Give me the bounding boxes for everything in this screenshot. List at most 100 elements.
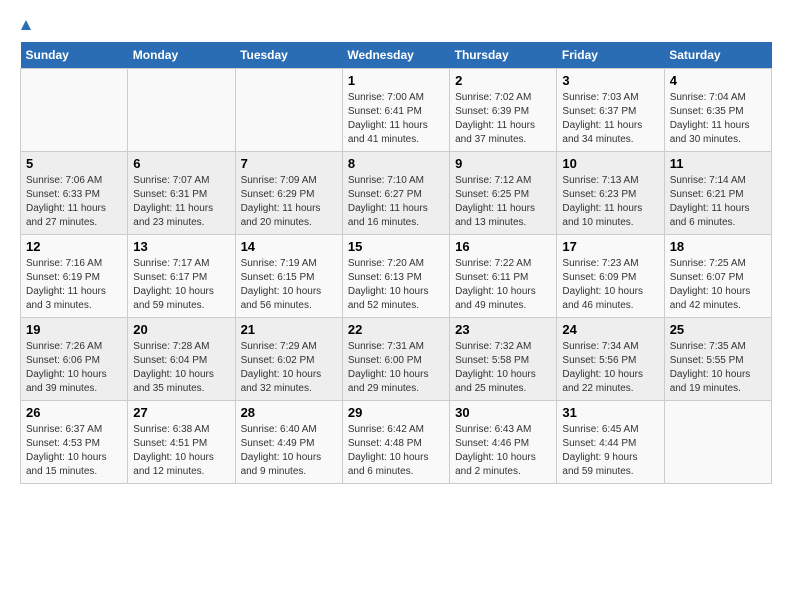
calendar-cell: 6 Sunrise: 7:07 AMSunset: 6:31 PMDaylight… [128, 152, 235, 235]
day-number: 23 [455, 322, 551, 337]
day-info: Sunrise: 7:02 AMSunset: 6:39 PMDaylight:… [455, 91, 551, 147]
day-info: Sunrise: 6:42 AMSunset: 4:48 PMDaylight:… [348, 423, 444, 479]
calendar-cell: 21 Sunrise: 7:29 AMSunset: 6:02 PMDayligh… [235, 318, 342, 401]
day-number: 18 [670, 239, 766, 254]
day-number: 15 [348, 239, 444, 254]
day-info: Sunrise: 7:22 AMSunset: 6:11 PMDaylight:… [455, 257, 551, 313]
day-info: Sunrise: 6:43 AMSunset: 4:46 PMDaylight:… [455, 423, 551, 479]
day-number: 1 [348, 73, 444, 88]
day-number: 19 [26, 322, 122, 337]
day-info: Sunrise: 6:38 AMSunset: 4:51 PMDaylight:… [133, 423, 229, 479]
day-number: 5 [26, 156, 122, 171]
day-number: 25 [670, 322, 766, 337]
weekday-header-tuesday: Tuesday [235, 42, 342, 69]
day-info: Sunrise: 7:29 AMSunset: 6:02 PMDaylight:… [241, 340, 337, 396]
day-info: Sunrise: 7:23 AMSunset: 6:09 PMDaylight:… [562, 257, 658, 313]
calendar-cell: 25 Sunrise: 7:35 AMSunset: 5:55 PMDayligh… [664, 318, 771, 401]
calendar-cell: 4 Sunrise: 7:04 AMSunset: 6:35 PMDaylight… [664, 69, 771, 152]
day-info: Sunrise: 7:32 AMSunset: 5:58 PMDaylight:… [455, 340, 551, 396]
calendar-cell: 13 Sunrise: 7:17 AMSunset: 6:17 PMDayligh… [128, 235, 235, 318]
day-info: Sunrise: 7:13 AMSunset: 6:23 PMDaylight:… [562, 174, 658, 230]
calendar-cell [235, 69, 342, 152]
day-number: 31 [562, 405, 658, 420]
day-number: 8 [348, 156, 444, 171]
calendar-cell: 7 Sunrise: 7:09 AMSunset: 6:29 PMDaylight… [235, 152, 342, 235]
day-number: 12 [26, 239, 122, 254]
calendar-cell: 3 Sunrise: 7:03 AMSunset: 6:37 PMDaylight… [557, 69, 664, 152]
day-info: Sunrise: 7:09 AMSunset: 6:29 PMDaylight:… [241, 174, 337, 230]
calendar-cell: 19 Sunrise: 7:26 AMSunset: 6:06 PMDayligh… [21, 318, 128, 401]
calendar-cell: 14 Sunrise: 7:19 AMSunset: 6:15 PMDayligh… [235, 235, 342, 318]
day-number: 22 [348, 322, 444, 337]
calendar-cell: 30 Sunrise: 6:43 AMSunset: 4:46 PMDayligh… [450, 401, 557, 484]
calendar-cell: 27 Sunrise: 6:38 AMSunset: 4:51 PMDayligh… [128, 401, 235, 484]
day-info: Sunrise: 7:10 AMSunset: 6:27 PMDaylight:… [348, 174, 444, 230]
day-info: Sunrise: 7:07 AMSunset: 6:31 PMDaylight:… [133, 174, 229, 230]
day-number: 17 [562, 239, 658, 254]
day-info: Sunrise: 7:34 AMSunset: 5:56 PMDaylight:… [562, 340, 658, 396]
day-info: Sunrise: 7:26 AMSunset: 6:06 PMDaylight:… [26, 340, 122, 396]
day-number: 30 [455, 405, 551, 420]
day-number: 6 [133, 156, 229, 171]
weekday-header-monday: Monday [128, 42, 235, 69]
calendar-cell: 9 Sunrise: 7:12 AMSunset: 6:25 PMDaylight… [450, 152, 557, 235]
weekday-header-thursday: Thursday [450, 42, 557, 69]
day-info: Sunrise: 7:04 AMSunset: 6:35 PMDaylight:… [670, 91, 766, 147]
calendar-cell: 20Sunrise: 7:28 AMSunset: 6:04 PMDayligh… [128, 318, 235, 401]
day-number: 13 [133, 239, 229, 254]
calendar-cell: 1 Sunrise: 7:00 AMSunset: 6:41 PMDaylight… [342, 69, 449, 152]
calendar-cell: 24 Sunrise: 7:34 AMSunset: 5:56 PMDayligh… [557, 318, 664, 401]
weekday-header-sunday: Sunday [21, 42, 128, 69]
calendar-cell: 29 Sunrise: 6:42 AMSunset: 4:48 PMDayligh… [342, 401, 449, 484]
calendar-cell [21, 69, 128, 152]
calendar-cell: 5Sunrise: 7:06 AMSunset: 6:33 PMDaylight… [21, 152, 128, 235]
calendar-cell: 22 Sunrise: 7:31 AMSunset: 6:00 PMDayligh… [342, 318, 449, 401]
day-info: Sunrise: 7:19 AMSunset: 6:15 PMDaylight:… [241, 257, 337, 313]
calendar-cell: 16 Sunrise: 7:22 AMSunset: 6:11 PMDayligh… [450, 235, 557, 318]
day-info: Sunrise: 7:03 AMSunset: 6:37 PMDaylight:… [562, 91, 658, 147]
calendar-cell [128, 69, 235, 152]
weekday-header-wednesday: Wednesday [342, 42, 449, 69]
logo [20, 20, 33, 26]
day-number: 4 [670, 73, 766, 88]
day-number: 7 [241, 156, 337, 171]
day-number: 11 [670, 156, 766, 171]
day-number: 29 [348, 405, 444, 420]
calendar-cell: 26 Sunrise: 6:37 AMSunset: 4:53 PMDayligh… [21, 401, 128, 484]
day-info: Sunrise: 6:37 AMSunset: 4:53 PMDaylight:… [26, 423, 122, 479]
day-info: Sunrise: 7:25 AMSunset: 6:07 PMDaylight:… [670, 257, 766, 313]
day-info: Sunrise: 7:12 AMSunset: 6:25 PMDaylight:… [455, 174, 551, 230]
day-info: Sunrise: 6:40 AMSunset: 4:49 PMDaylight:… [241, 423, 337, 479]
day-number: 21 [241, 322, 337, 337]
calendar-cell: 8 Sunrise: 7:10 AMSunset: 6:27 PMDaylight… [342, 152, 449, 235]
calendar-cell: 23 Sunrise: 7:32 AMSunset: 5:58 PMDayligh… [450, 318, 557, 401]
calendar-cell: 31Sunrise: 6:45 AMSunset: 4:44 PMDayligh… [557, 401, 664, 484]
day-number: 16 [455, 239, 551, 254]
calendar-cell: 12 Sunrise: 7:16 AMSunset: 6:19 PMDayligh… [21, 235, 128, 318]
day-info: Sunrise: 7:16 AMSunset: 6:19 PMDaylight:… [26, 257, 122, 313]
calendar-cell [664, 401, 771, 484]
day-number: 9 [455, 156, 551, 171]
day-number: 26 [26, 405, 122, 420]
calendar-cell: 17 Sunrise: 7:23 AMSunset: 6:09 PMDayligh… [557, 235, 664, 318]
page-header [20, 20, 772, 26]
day-number: 24 [562, 322, 658, 337]
weekday-header-saturday: Saturday [664, 42, 771, 69]
calendar-cell: 11 Sunrise: 7:14 AMSunset: 6:21 PMDayligh… [664, 152, 771, 235]
day-number: 2 [455, 73, 551, 88]
day-number: 14 [241, 239, 337, 254]
day-number: 27 [133, 405, 229, 420]
day-info: Sunrise: 7:35 AMSunset: 5:55 PMDaylight:… [670, 340, 766, 396]
day-info: Sunrise: 7:20 AMSunset: 6:13 PMDaylight:… [348, 257, 444, 313]
day-info: Sunrise: 7:14 AMSunset: 6:21 PMDaylight:… [670, 174, 766, 230]
calendar-cell: 2 Sunrise: 7:02 AMSunset: 6:39 PMDaylight… [450, 69, 557, 152]
calendar-cell: 18 Sunrise: 7:25 AMSunset: 6:07 PMDayligh… [664, 235, 771, 318]
day-number: 3 [562, 73, 658, 88]
day-info: Sunrise: 7:31 AMSunset: 6:00 PMDaylight:… [348, 340, 444, 396]
day-info: Sunrise: 7:00 AMSunset: 6:41 PMDaylight:… [348, 91, 444, 147]
day-info: Sunrise: 7:17 AMSunset: 6:17 PMDaylight:… [133, 257, 229, 313]
day-number: 20 [133, 322, 229, 337]
day-number: 28 [241, 405, 337, 420]
day-number: 10 [562, 156, 658, 171]
weekday-header-friday: Friday [557, 42, 664, 69]
